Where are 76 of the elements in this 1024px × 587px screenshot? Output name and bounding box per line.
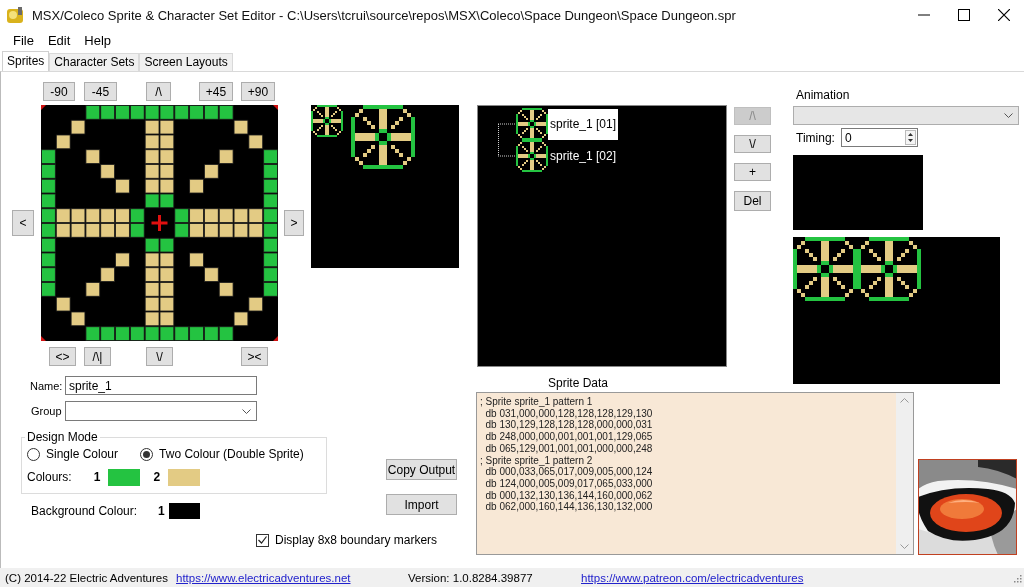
checkbox-label: Display 8x8 boundary markers (275, 533, 438, 547)
radio-button[interactable] (140, 447, 154, 461)
tree-item[interactable]: sprite_1 [02] (548, 140, 619, 172)
field-label: Group (30, 405, 63, 417)
tab[interactable]: Screen Layouts (139, 53, 233, 71)
maximize-icon[interactable] (958, 9, 970, 21)
sprite-data-label: Sprite Data (548, 377, 610, 390)
data-line: db 000,033,065,017,009,005,000,124 (484, 466, 654, 478)
data-line: ; Sprite sprite_1 pattern 1 (480, 396, 594, 408)
field-label: Name: (29, 379, 64, 392)
rotate-button[interactable]: /\ (146, 82, 171, 101)
data-line: db 031,000,000,128,128,128,129,130 (484, 407, 654, 420)
timing-label: Timing: (796, 130, 835, 145)
data-line: ; Sprite sprite_1 pattern 2 (480, 454, 594, 467)
website-link[interactable]: https://www.electricadventures.net (176, 571, 351, 584)
rotate-button[interactable]: -90 (43, 82, 75, 101)
rotate-button[interactable]: -45 (84, 82, 117, 101)
app-icon (6, 6, 24, 24)
list-button[interactable]: \/ (734, 135, 771, 153)
group-dropdown[interactable] (65, 401, 257, 421)
spin-buttons-icon[interactable] (904, 130, 916, 145)
rotate-button[interactable]: +90 (241, 82, 275, 101)
data-line: db 130,129,128,128,128,000,000,031 (484, 419, 654, 432)
resize-grip-icon[interactable] (1012, 572, 1022, 583)
colour-number: 1 (93, 470, 101, 484)
sprite-drawing (857, 237, 921, 301)
data-line: db 124,000,005,009,017,065,033,000 (484, 477, 654, 490)
colour-swatch[interactable] (168, 503, 200, 519)
colours-label: Colours: (27, 470, 72, 484)
data-line: db 248,000,000,001,001,001,129,065 (484, 431, 654, 443)
sprite-drawing (516, 140, 548, 172)
radio-label: Single Colour (46, 447, 119, 461)
data-line: db 000,132,130,136,144,160,000,062 (484, 489, 654, 502)
list-button[interactable]: Del (734, 191, 771, 211)
close-icon[interactable] (998, 9, 1010, 21)
import-button[interactable]: Import (386, 494, 457, 515)
flip-button[interactable]: \/ (146, 347, 173, 366)
flip-button[interactable]: <> (49, 347, 76, 366)
animation-label: Animation (795, 89, 851, 102)
menu-item[interactable]: File (6, 32, 41, 48)
data-line: db 065,129,001,001,001,000,000,248 (484, 442, 654, 455)
shift-right-button[interactable]: > (284, 210, 304, 236)
checkbox[interactable] (256, 533, 269, 547)
copy-output-button[interactable]: Copy Output (386, 459, 457, 480)
flip-button[interactable]: /\| (84, 347, 111, 366)
tab[interactable]: Sprites (2, 51, 50, 71)
data-line: db 062,000,160,144,136,130,132,000 (484, 501, 654, 514)
sprite-drawing (351, 105, 415, 169)
window-title: MSX/Coleco Sprite & Character Set Editor - C:\Users\tcrui\source\repos\MSX\Coleco\Space Dungeon\Space Dungeon.spr (32, 7, 736, 23)
shift-left-button[interactable]: < (12, 210, 34, 236)
timing-value: 0 (844, 130, 852, 145)
colour-swatch[interactable] (168, 468, 201, 486)
copyright-text: (C) 2014-22 Electric Adventures (5, 571, 168, 584)
tree-item[interactable]: sprite_1 [01] (548, 108, 619, 140)
timing-field[interactable]: 0 (840, 128, 918, 147)
colour-swatch[interactable] (108, 468, 141, 486)
background-colour-label: Background Colour: (31, 504, 139, 518)
version-text: Version: 1.0.8284.39877 (408, 571, 534, 584)
group-title: Design Mode (26, 430, 99, 444)
menu-item[interactable]: Help (77, 32, 119, 48)
radio-button[interactable] (27, 447, 40, 461)
list-button[interactable]: + (734, 163, 771, 181)
rotate-button[interactable]: +45 (199, 82, 233, 101)
sprite-editor-grid[interactable] (41, 105, 278, 341)
sprite-drawing (516, 108, 548, 140)
flip-button[interactable]: >< (241, 347, 268, 366)
sprite-drawing (793, 237, 857, 301)
tab[interactable]: Character Sets (49, 53, 140, 71)
menu-item[interactable]: Edit (40, 32, 78, 48)
colour-number: 1 (158, 504, 165, 518)
radio-label: Two Colour (Double Sprite) (159, 447, 304, 461)
name-field[interactable]: sprite_1 (65, 376, 257, 395)
sprite-drawing (311, 105, 343, 137)
sprite-data-field[interactable] (476, 392, 914, 555)
colour-number: 2 (153, 470, 161, 484)
patreon-link[interactable]: https://www.patreon.com/electricadventures (581, 571, 804, 584)
